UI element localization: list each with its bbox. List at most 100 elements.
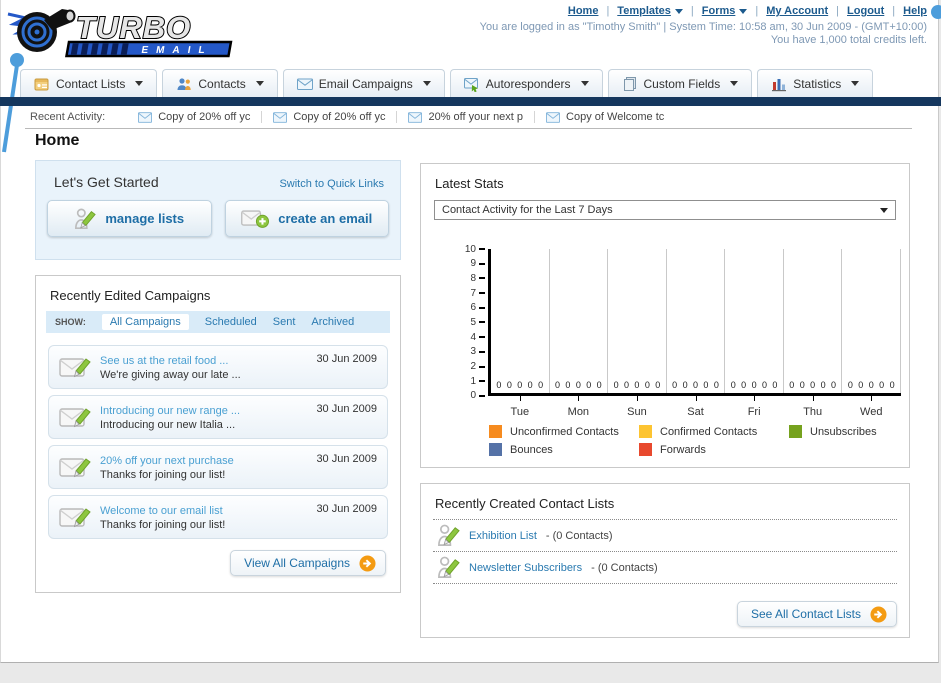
recent-activity-item[interactable]: Copy of 20% off yc <box>261 111 396 123</box>
legend-label: Unsubscribes <box>810 425 877 438</box>
filter-sent[interactable]: Sent <box>273 316 296 328</box>
top-nav-forms[interactable]: Forms <box>702 5 736 17</box>
recent-activity-item[interactable]: 20% off your next p <box>396 111 534 123</box>
see-all-contact-lists-button[interactable]: See All Contact Lists <box>736 601 897 627</box>
chart-day-group: 0 0 0 0 0 Tue <box>491 249 550 418</box>
value-labels: 00000 <box>608 380 666 390</box>
campaign-row[interactable]: 20% off your next purchase Thanks for jo… <box>48 445 388 489</box>
tab-statistics[interactable]: Statistics <box>757 69 874 97</box>
logo-subtitle: EMAIL <box>140 45 213 56</box>
value-label: 0 <box>655 380 661 390</box>
filter-scheduled[interactable]: Scheduled <box>205 316 257 328</box>
main-nav-tabs: Contact Lists Contacts Email Campaigns A… <box>0 69 941 97</box>
y-axis-tick: 0 <box>459 390 485 402</box>
stats-range-value: Contact Activity for the Last 7 Days <box>442 204 613 216</box>
contact-list-item[interactable]: Newsletter Subscribers - (0 Contacts) <box>421 552 909 583</box>
y-axis-tick: 4 <box>459 331 485 343</box>
legend-item: Unsubscribes <box>789 425 939 438</box>
campaign-row[interactable]: See us at the retail food ... We're givi… <box>48 345 388 389</box>
campaign-date: 30 Jun 2009 <box>316 353 377 365</box>
envelope-icon <box>138 111 153 123</box>
y-tick-mark <box>479 248 485 250</box>
campaign-row[interactable]: Welcome to our email list Thanks for joi… <box>48 495 388 539</box>
y-axis-tick: 2 <box>459 361 485 373</box>
x-tick-mark <box>695 396 697 401</box>
contact-list-link[interactable]: Newsletter Subscribers <box>469 562 582 574</box>
recent-activity-item[interactable]: Copy of 20% off yc <box>127 111 261 123</box>
chart-day-group: 0 0 0 0 0 Wed <box>842 249 902 418</box>
chart-day-group: 0 0 0 0 0 Fri <box>725 249 784 418</box>
chart-day-group: 0 0 0 0 0 Sat <box>667 249 726 418</box>
value-label: 0 <box>692 380 698 390</box>
value-label: 0 <box>789 380 795 390</box>
login-status-block: You are logged in as "Timothy Smith" | S… <box>480 21 927 47</box>
filter-all-campaigns[interactable]: All Campaigns <box>101 314 189 330</box>
value-labels: 00000 <box>550 380 608 390</box>
value-label: 0 <box>596 380 602 390</box>
person-pencil-icon <box>438 524 460 546</box>
x-tick-mark <box>519 396 521 401</box>
create-email-label: create an email <box>278 211 373 226</box>
campaign-subtitle: Thanks for joining our list! <box>100 468 226 481</box>
y-tick-label: 4 <box>470 331 476 343</box>
value-label: 0 <box>820 380 826 390</box>
value-label: 0 <box>672 380 678 390</box>
value-labels: 00000 <box>667 380 725 390</box>
chevron-down-icon <box>730 81 739 86</box>
value-label: 0 <box>517 380 523 390</box>
chart-day-group: 0 0 0 0 0 Mon <box>550 249 609 418</box>
contact-list-item[interactable]: Exhibition List - (0 Contacts) <box>421 520 909 551</box>
y-axis-tick: 1 <box>459 375 485 387</box>
chevron-down-icon <box>739 8 748 14</box>
top-nav-templates[interactable]: Templates <box>617 5 671 17</box>
tab-contacts[interactable]: Contacts <box>162 69 278 97</box>
value-label: 0 <box>799 380 805 390</box>
manage-lists-button[interactable]: manage lists <box>47 200 212 237</box>
stats-range-select[interactable]: Contact Activity for the Last 7 Days <box>434 200 896 220</box>
tab-custom-fields[interactable]: Custom Fields <box>607 69 753 97</box>
person-pencil-icon <box>75 208 97 229</box>
switch-quick-links[interactable]: Switch to Quick Links <box>279 178 384 190</box>
y-tick-label: 9 <box>470 258 476 270</box>
top-nav-home[interactable]: Home <box>568 5 599 17</box>
person-pencil-icon <box>438 556 460 578</box>
value-label: 0 <box>613 380 619 390</box>
contact-list-link[interactable]: Exhibition List <box>469 530 537 542</box>
tab-contact-lists[interactable]: Contact Lists <box>20 69 158 97</box>
legend-label: Unconfirmed Contacts <box>510 425 619 438</box>
tab-email-campaigns[interactable]: Email Campaigns <box>282 69 445 97</box>
filter-archived[interactable]: Archived <box>311 316 354 328</box>
top-nav-help[interactable]: Help <box>903 5 927 17</box>
stats-panel-title: Latest Stats <box>435 176 504 191</box>
value-label: 0 <box>751 380 757 390</box>
header-divider <box>25 128 912 129</box>
manage-lists-label: manage lists <box>105 211 185 226</box>
y-axis-tick: 5 <box>459 316 485 328</box>
y-tick-mark <box>479 321 485 324</box>
view-all-campaigns-button[interactable]: View All Campaigns <box>230 550 386 576</box>
value-label: 0 <box>703 380 709 390</box>
y-tick-mark <box>479 306 485 309</box>
campaign-row[interactable]: Introducing our new range ... Introducin… <box>48 395 388 439</box>
top-nav-my-account[interactable]: My Account <box>766 5 828 17</box>
recently-created-contact-lists-panel: Recently Created Contact Lists Exhibitio… <box>420 483 910 638</box>
campaign-date: 30 Jun 2009 <box>316 503 377 515</box>
value-label: 0 <box>810 380 816 390</box>
y-tick-label: 2 <box>470 361 476 372</box>
tab-autoresponders[interactable]: Autoresponders <box>449 69 603 97</box>
value-label: 0 <box>761 380 767 390</box>
top-nav-logout[interactable]: Logout <box>847 5 884 17</box>
legend-swatch <box>639 443 652 456</box>
envelope-pencil-icon <box>59 358 91 378</box>
recent-activity-item[interactable]: Copy of Welcome tc <box>534 111 675 123</box>
campaigns-filter-bar: SHOW: All Campaigns Scheduled Sent Archi… <box>46 311 390 333</box>
value-label: 0 <box>644 380 650 390</box>
decorative-dot <box>931 5 941 19</box>
logo-title: TURBO <box>76 10 191 45</box>
y-tick-label: 10 <box>464 243 476 255</box>
create-email-button[interactable]: create an email <box>224 200 389 237</box>
value-label: 0 <box>730 380 736 390</box>
contact-list-count: - (0 Contacts) <box>545 529 613 542</box>
chart-day-group: 0 0 0 0 0 Sun <box>608 249 667 418</box>
recently-edited-campaigns-panel: Recently Edited Campaigns SHOW: All Camp… <box>35 275 401 593</box>
